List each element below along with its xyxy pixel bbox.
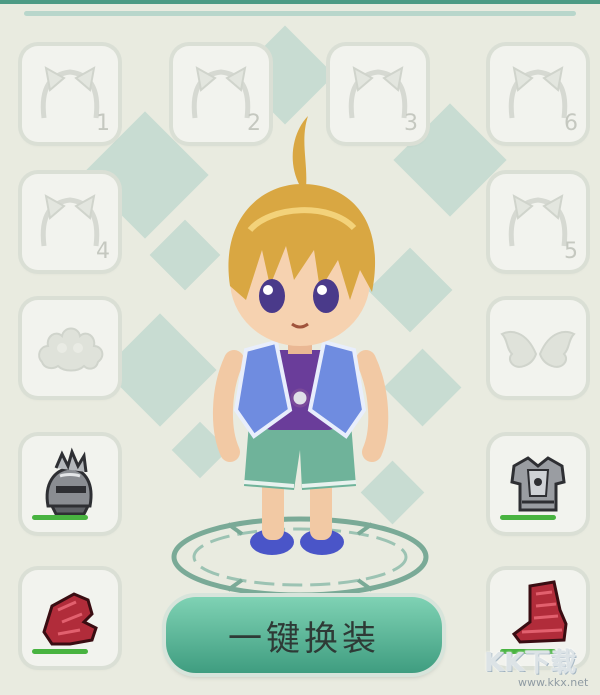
wings-placeholder-icon [500,331,576,368]
accessory-slot-6[interactable]: 6 [490,46,586,142]
one-click-equip-button[interactable]: 一键换装 [166,597,442,673]
gloves-slot[interactable] [22,570,118,666]
wings-slot[interactable] [490,300,586,396]
durability-bar [32,649,88,654]
slot-number: 6 [564,111,578,136]
accessory-slot-1[interactable]: 1 [22,46,118,142]
slot-number: 5 [564,239,578,264]
helmet-slot[interactable] [22,436,118,532]
panel-top-frame [0,0,600,26]
site-watermark: KK下载 www.kkx.net [448,642,598,694]
watermark-url: www.kkx.net [518,676,589,689]
cloud-pet-placeholder-icon [38,327,104,372]
durability-bar [500,515,556,520]
mount-slot[interactable] [22,300,118,396]
character-avatar [213,116,389,555]
slot-number: 4 [96,239,110,264]
durability-bar [32,515,88,520]
accessory-slot-5[interactable]: 5 [490,174,586,270]
slot-number: 1 [96,111,110,136]
accessory-slot-4[interactable]: 4 [22,174,118,270]
armor-slot[interactable] [490,436,586,532]
watermark-logo: KK下载 [484,648,577,678]
